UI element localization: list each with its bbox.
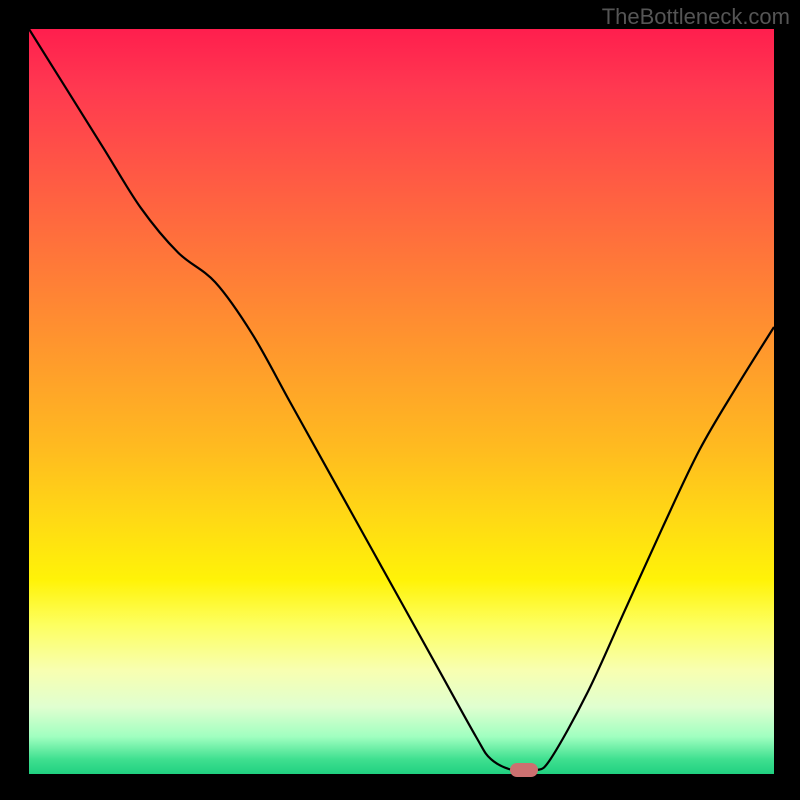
bottleneck-curve (29, 29, 774, 774)
watermark-text: TheBottleneck.com (602, 4, 790, 30)
optimal-point-marker (510, 763, 538, 777)
chart-plot-area (29, 29, 774, 774)
